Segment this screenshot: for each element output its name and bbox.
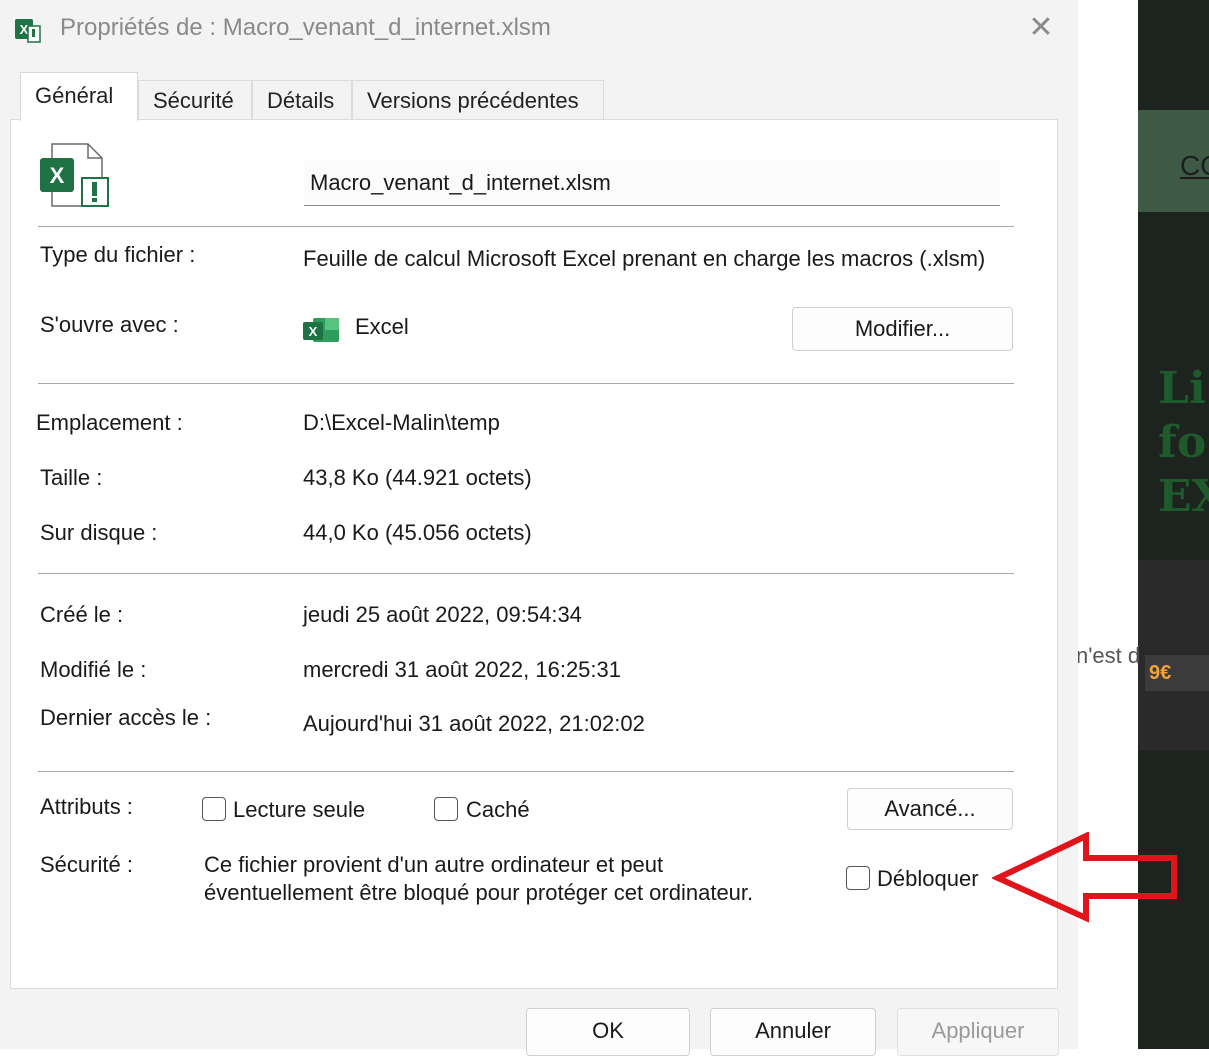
- excel-file-icon: X: [15, 19, 41, 43]
- disk-size-value: 44,0 Ko (45.056 octets): [303, 520, 532, 545]
- security-text-line2: éventuellement être bloqué pour protéger…: [204, 880, 754, 905]
- security-label: Sécurité :: [40, 852, 133, 877]
- attributes-label: Attributs :: [40, 794, 133, 819]
- disk-size-label: Sur disque :: [40, 520, 158, 545]
- created-value: jeudi 25 août 2022, 09:54:34: [303, 602, 582, 627]
- svg-text:X: X: [50, 163, 65, 188]
- properties-dialog: X Propriétés de : Macro_venant_d_interne…: [0, 0, 1177, 1056]
- modified-label: Modifié le :: [40, 657, 147, 682]
- created-label: Créé le :: [40, 602, 124, 627]
- location-value: D:\Excel-Malin\temp: [303, 410, 500, 435]
- opens-with-label: S'ouvre avec :: [40, 312, 179, 337]
- annotation-arrow: [992, 832, 1177, 923]
- tab-security[interactable]: Sécurité: [138, 80, 252, 120]
- divider: [38, 383, 1014, 384]
- readonly-checkbox[interactable]: [202, 797, 226, 821]
- excel-app-icon: X: [303, 318, 339, 342]
- title-bar[interactable]: X Propriétés de : Macro_venant_d_interne…: [0, 0, 1078, 58]
- file-name-input[interactable]: [304, 160, 1000, 206]
- background-heading-line: Li: [1158, 363, 1206, 414]
- tab-details[interactable]: Détails: [252, 80, 352, 120]
- accessed-label: Dernier accès le :: [40, 705, 212, 730]
- file-type-label: Type du fichier :: [40, 242, 196, 267]
- security-text-line1: Ce fichier provient d'un autre ordinateu…: [204, 852, 664, 877]
- background-partial-text: n'est d: [1076, 643, 1141, 668]
- size-label: Taille :: [40, 465, 103, 490]
- divider: [38, 771, 1014, 772]
- hidden-checkbox[interactable]: [434, 797, 458, 821]
- file-type-value: Feuille de calcul Microsoft Excel prenan…: [303, 246, 986, 271]
- tab-previous-versions[interactable]: Versions précédentes: [352, 80, 604, 120]
- readonly-label[interactable]: Lecture seule: [233, 797, 365, 823]
- background-heading-line: EX: [1158, 471, 1209, 522]
- tab-general[interactable]: Général: [20, 72, 138, 121]
- size-value: 43,8 Ko (44.921 octets): [303, 465, 532, 490]
- background-heading: Li fo EX: [1158, 362, 1209, 524]
- unblock-label[interactable]: Débloquer: [877, 866, 979, 892]
- background-link[interactable]: CO: [1180, 150, 1209, 182]
- accessed-value: Aujourd'hui 31 août 2022, 21:02:02: [303, 711, 645, 736]
- close-button[interactable]: ✕: [1022, 10, 1060, 48]
- unblock-checkbox[interactable]: [846, 866, 870, 890]
- excel-macro-file-icon: X: [40, 143, 109, 207]
- hidden-label[interactable]: Caché: [466, 797, 530, 823]
- background-price: 9€: [1145, 655, 1209, 691]
- location-label: Emplacement :: [36, 410, 183, 435]
- svg-text:X: X: [309, 324, 318, 339]
- advanced-button[interactable]: Avancé...: [847, 788, 1013, 830]
- divider: [38, 573, 1014, 574]
- background-heading-line: fo: [1158, 417, 1207, 468]
- modified-value: mercredi 31 août 2022, 16:25:31: [303, 657, 622, 682]
- divider: [38, 226, 1014, 227]
- dialog-title: Propriétés de : Macro_venant_d_internet.…: [60, 14, 551, 41]
- opens-with-value: Excel: [355, 314, 409, 339]
- change-button[interactable]: Modifier...: [792, 307, 1013, 351]
